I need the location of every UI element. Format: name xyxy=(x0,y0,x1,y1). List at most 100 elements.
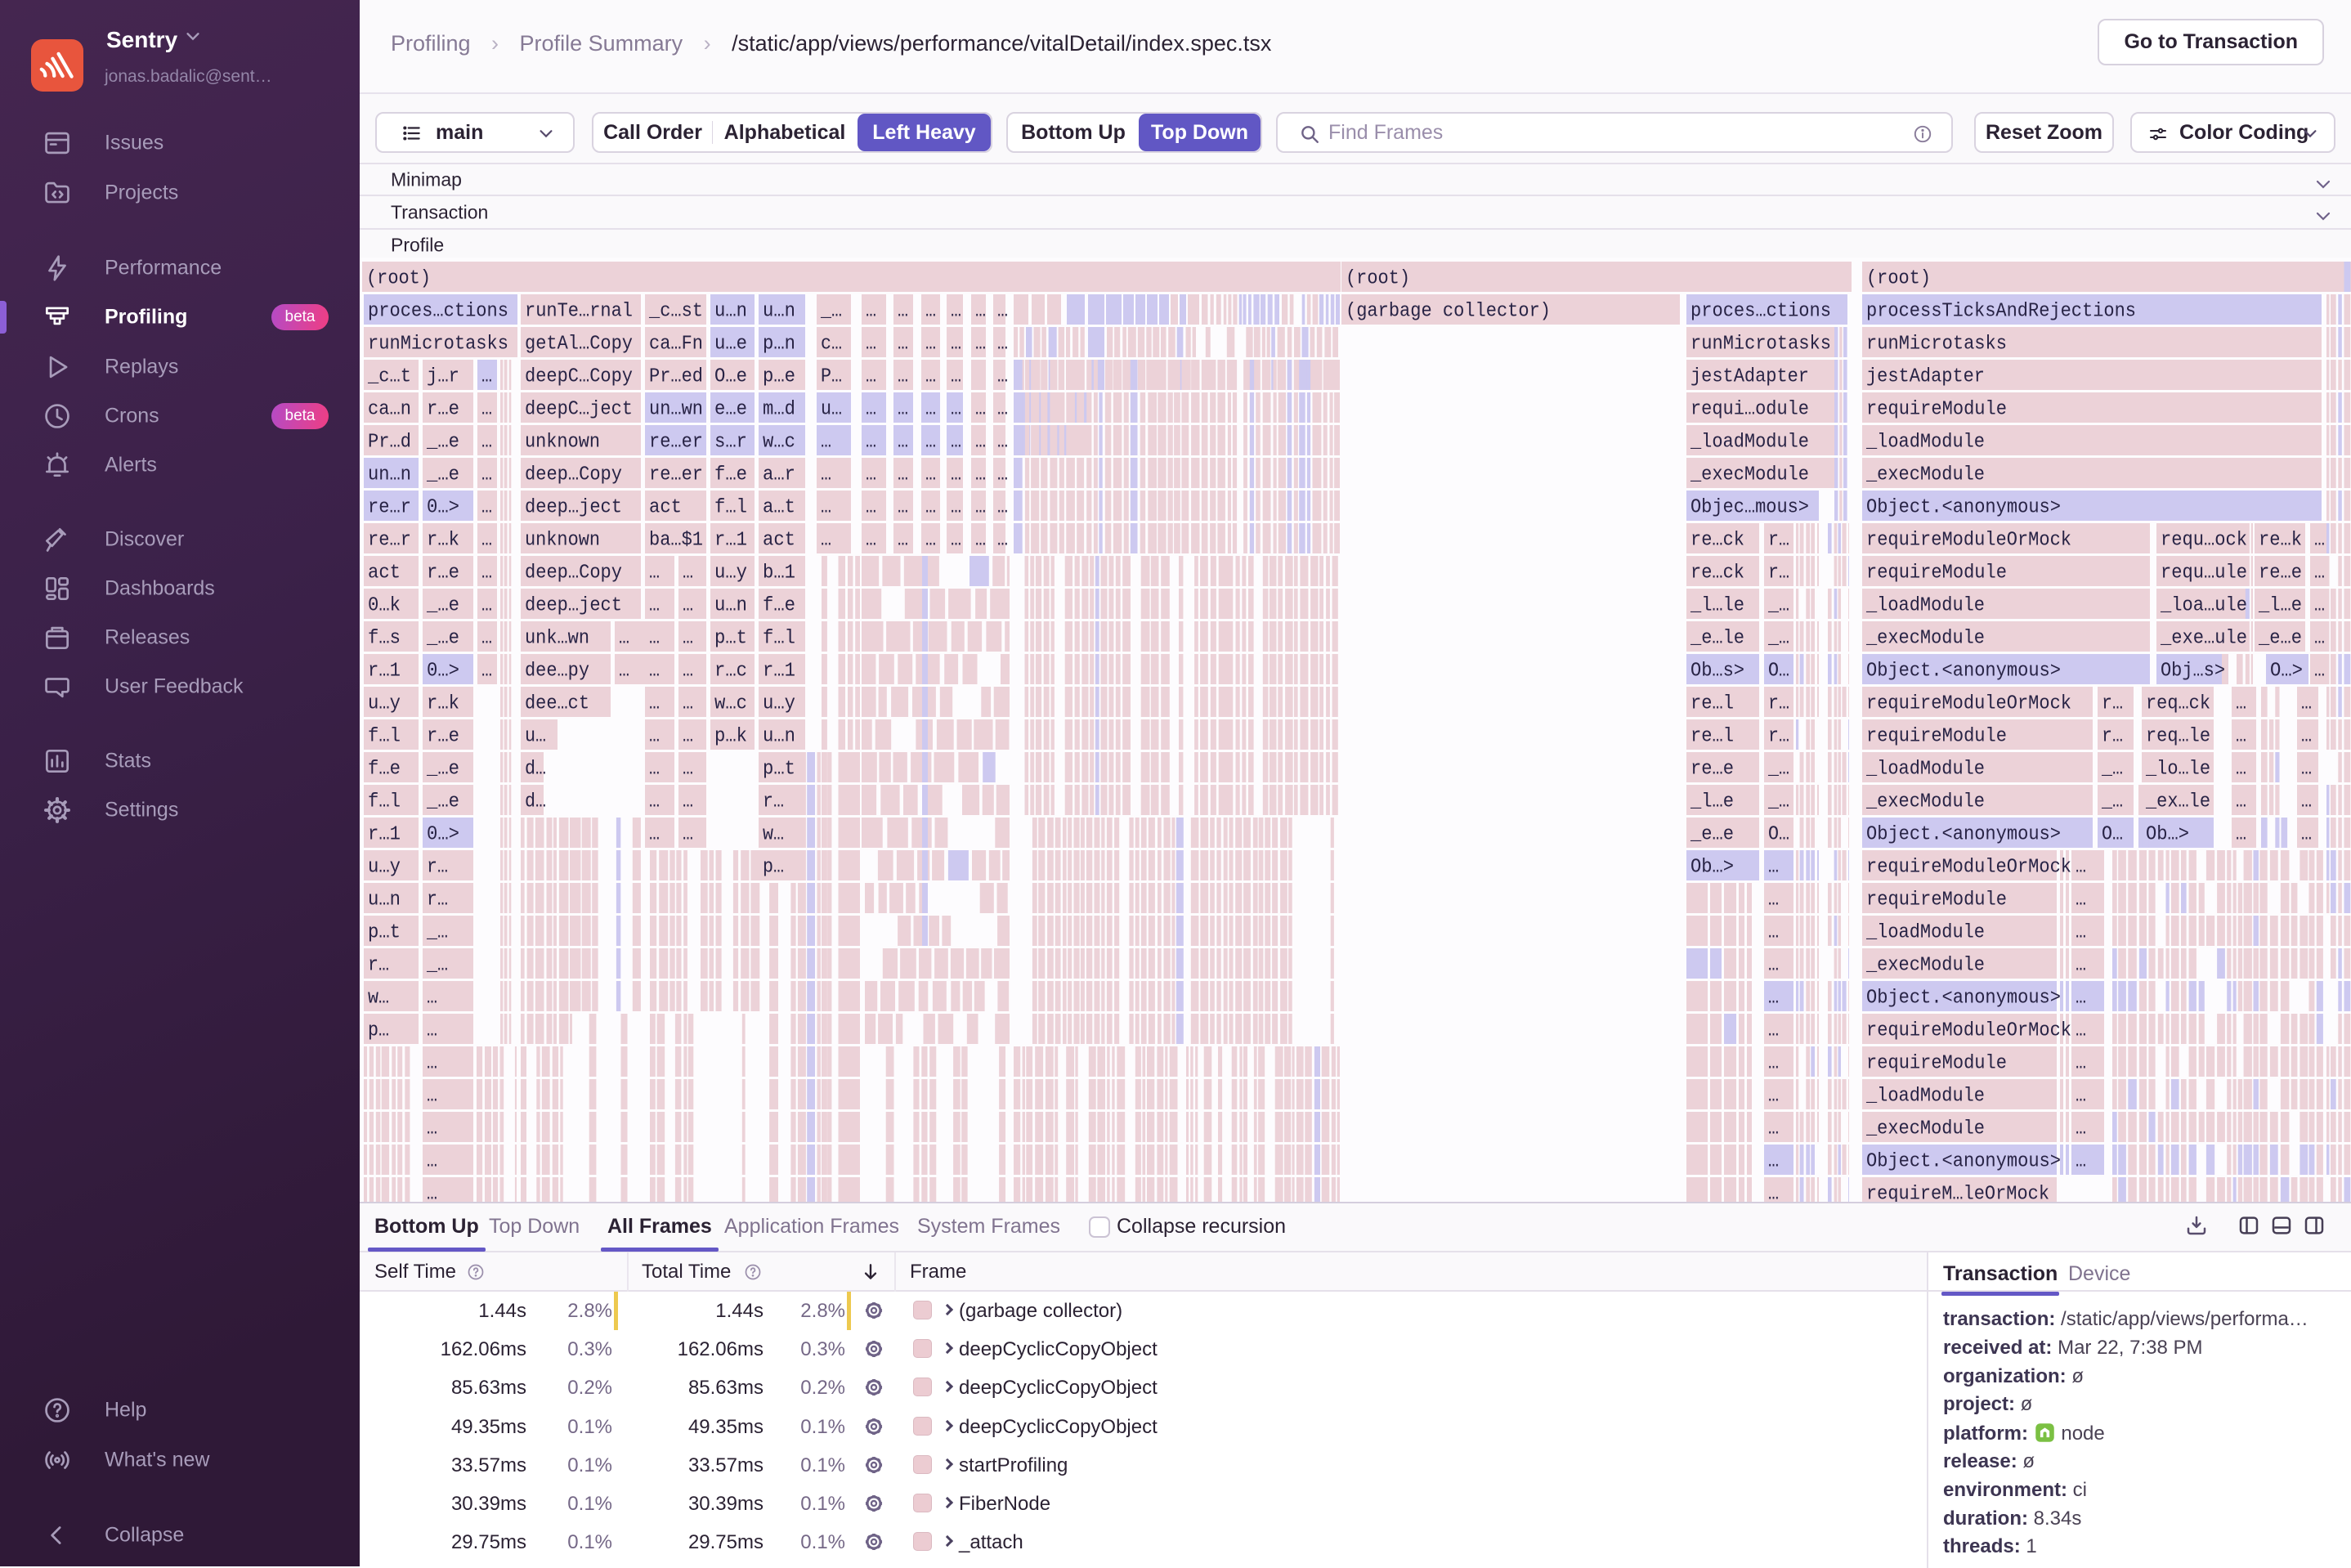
svg-text:Ob…>: Ob…> xyxy=(2146,824,2189,846)
svg-text:p…e: p…e xyxy=(763,366,795,388)
svg-text:_…: _… xyxy=(820,301,842,323)
svg-text:…: … xyxy=(866,464,876,486)
svg-text:…: … xyxy=(2236,693,2246,715)
svg-text:f…l: f…l xyxy=(368,791,401,813)
svg-text:re…r: re…r xyxy=(368,497,411,519)
svg-text:_execModule: _execModule xyxy=(1865,791,1985,813)
svg-text:O…: O… xyxy=(1768,824,1789,846)
svg-text:_…: _… xyxy=(1767,791,1789,813)
svg-text:r…: r… xyxy=(1768,562,1789,585)
svg-text:e…e: e…e xyxy=(714,399,747,421)
svg-text:re…ck: re…ck xyxy=(1690,530,1744,552)
svg-text:req…le: req…le xyxy=(2146,726,2210,748)
svg-text:O…e: O…e xyxy=(714,366,747,388)
svg-text:…: … xyxy=(925,464,936,486)
svg-text:…: … xyxy=(866,432,876,454)
svg-text:…: … xyxy=(925,301,936,323)
svg-text:_…: _… xyxy=(1767,595,1789,617)
svg-text:_…e: _…e xyxy=(426,464,459,486)
svg-text:requireModuleOrMock: requireModuleOrMock xyxy=(1866,857,2071,879)
svg-text:…: … xyxy=(649,726,660,748)
svg-text:…: … xyxy=(866,399,876,421)
svg-text:_loa…ule: _loa…ule xyxy=(2160,595,2247,617)
svg-text:(root): (root) xyxy=(366,268,431,290)
svg-text:f…s: f…s xyxy=(368,628,401,650)
svg-text:ba…$1: ba…$1 xyxy=(649,530,703,552)
svg-text:_loadModule: _loadModule xyxy=(1865,1086,1985,1108)
svg-text:…: … xyxy=(898,334,908,356)
svg-text:…: … xyxy=(619,628,629,650)
svg-text:f…l: f…l xyxy=(763,628,795,650)
svg-text:…: … xyxy=(1768,889,1779,912)
svg-text:P…: P… xyxy=(821,366,842,388)
svg-text:…: … xyxy=(2076,889,2086,912)
svg-text:Object.<anonymous>: Object.<anonymous> xyxy=(1866,824,2061,846)
svg-text:r…c: r…c xyxy=(714,661,747,683)
svg-text:0…>: 0…> xyxy=(427,824,459,846)
svg-text:…: … xyxy=(1768,1020,1779,1042)
svg-text:(garbage collector): (garbage collector) xyxy=(1346,301,1551,323)
svg-text:unknown: unknown xyxy=(525,432,600,454)
svg-text:…: … xyxy=(427,1118,437,1140)
svg-text:…: … xyxy=(2314,530,2325,552)
svg-text:unknown: unknown xyxy=(525,530,600,552)
svg-text:p…t: p…t xyxy=(714,628,747,650)
svg-text:d…: d… xyxy=(525,791,546,813)
svg-text:…: … xyxy=(683,595,693,617)
svg-text:jestAdapter: jestAdapter xyxy=(1690,366,1809,388)
svg-text:…: … xyxy=(683,562,693,585)
svg-text:_…: _… xyxy=(2101,791,2123,813)
svg-text:O…: O… xyxy=(2102,824,2123,846)
svg-text:…: … xyxy=(683,693,693,715)
svg-text:…: … xyxy=(975,530,986,552)
svg-text:act: act xyxy=(368,562,401,585)
svg-text:…: … xyxy=(683,791,693,813)
svg-text:p…n: p…n xyxy=(763,334,795,356)
svg-text:_execModule: _execModule xyxy=(1865,628,1985,650)
svg-text:r…e: r…e xyxy=(427,399,459,421)
svg-text:…: … xyxy=(975,399,986,421)
svg-text:(root): (root) xyxy=(1346,268,1410,290)
svg-text:…: … xyxy=(2314,628,2325,650)
svg-text:…: … xyxy=(481,562,492,585)
svg-text:re…r: re…r xyxy=(368,530,411,552)
svg-text:deep…ject: deep…ject xyxy=(525,595,622,617)
svg-text:processTicksAndRejections: processTicksAndRejections xyxy=(1866,301,2136,323)
svg-text:Obj…s>: Obj…s> xyxy=(2161,661,2225,683)
svg-text:0…>: 0…> xyxy=(427,661,459,683)
svg-text:un…wn: un…wn xyxy=(649,399,703,421)
svg-text:…: … xyxy=(2236,726,2246,748)
svg-text:r…: r… xyxy=(1768,693,1789,715)
svg-text:u…: u… xyxy=(525,726,546,748)
svg-text:requireModuleOrMock: requireModuleOrMock xyxy=(1866,1020,2071,1042)
svg-text:…: … xyxy=(2301,791,2312,813)
svg-text:u…e: u…e xyxy=(714,334,747,356)
svg-text:…: … xyxy=(866,366,876,388)
svg-text:…: … xyxy=(951,399,961,421)
svg-text:…: … xyxy=(975,464,986,486)
svg-text:…: … xyxy=(649,693,660,715)
svg-text:…: … xyxy=(1768,955,1779,977)
svg-text:requireModule: requireModule xyxy=(1866,399,2007,421)
svg-text:…: … xyxy=(898,399,908,421)
svg-text:runMicrotasks: runMicrotasks xyxy=(1690,334,1831,356)
svg-text:…: … xyxy=(481,464,492,486)
svg-text:…: … xyxy=(1768,922,1779,944)
svg-text:…: … xyxy=(2236,824,2246,846)
svg-text:b…1: b…1 xyxy=(763,562,795,585)
svg-text:…: … xyxy=(649,824,660,846)
svg-text:d…: d… xyxy=(525,759,546,781)
svg-text:f…e: f…e xyxy=(763,595,795,617)
svg-text:…: … xyxy=(683,759,693,781)
svg-text:_l…le: _l…le xyxy=(1690,595,1744,617)
svg-text:ca…Fn: ca…Fn xyxy=(649,334,703,356)
svg-text:_execModule: _execModule xyxy=(1865,1118,1985,1140)
svg-text:_execModule: _execModule xyxy=(1690,464,1809,486)
svg-text:u…n: u…n xyxy=(763,726,795,748)
svg-text:Ob…s>: Ob…s> xyxy=(1690,661,1744,683)
svg-text:_e…le: _e…le xyxy=(1690,628,1744,650)
svg-text:…: … xyxy=(2236,759,2246,781)
svg-text:runMicrotasks: runMicrotasks xyxy=(368,334,508,356)
svg-text:re…l: re…l xyxy=(1690,726,1734,748)
svg-text:proces…ctions: proces…ctions xyxy=(368,301,508,323)
